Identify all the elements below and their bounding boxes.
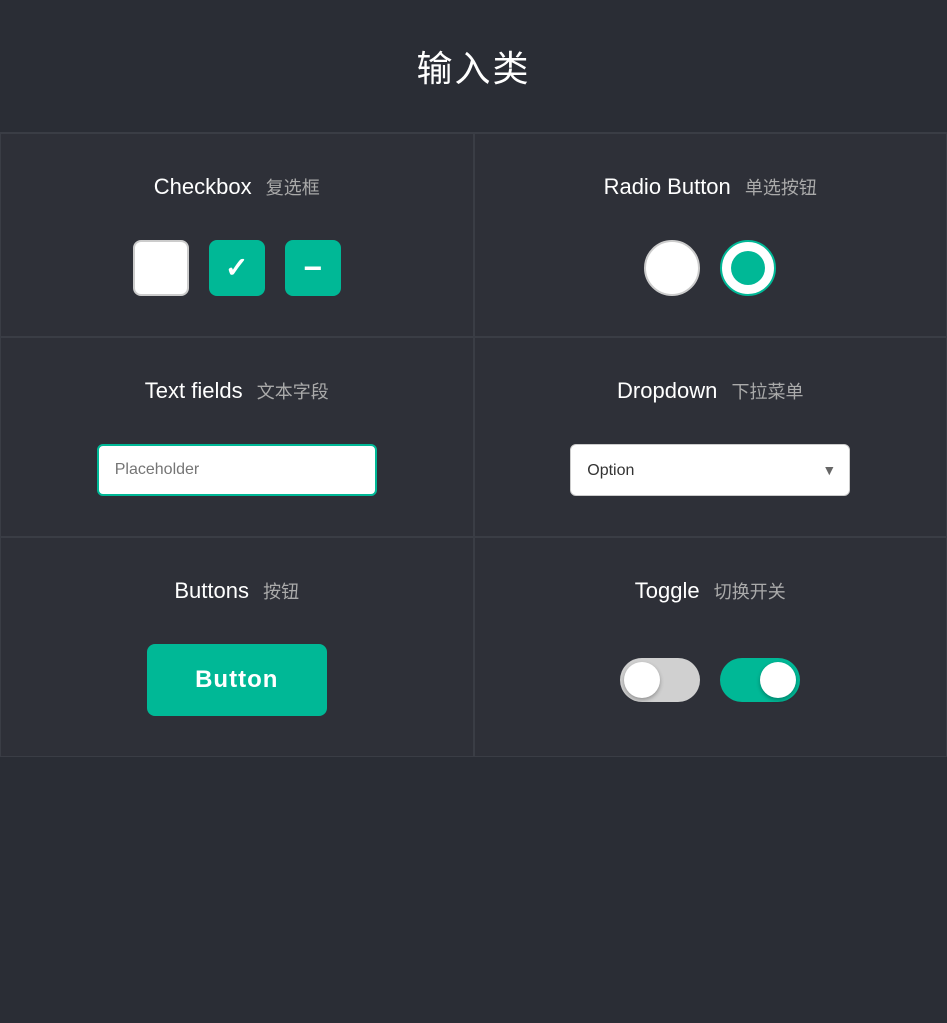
checkbox-title-en: Checkbox — [154, 174, 252, 199]
textfield-cell: Text fields 文本字段 — [0, 337, 474, 537]
dropdown-title: Dropdown 下拉菜单 — [617, 378, 803, 404]
textfield-title-zh: 文本字段 — [257, 382, 329, 402]
radio-checked[interactable] — [720, 240, 776, 296]
buttons-title-zh: 按钮 — [263, 582, 299, 602]
dropdown-content: Option ▼ — [570, 444, 850, 496]
radio-inner-dot — [731, 251, 765, 285]
checkbox-content: ✓ − — [133, 240, 341, 296]
toggle-off[interactable] — [620, 658, 700, 702]
radio-cell: Radio Button 单选按钮 — [474, 133, 947, 337]
radio-content — [644, 240, 776, 296]
toggle-title: Toggle 切换开关 — [635, 578, 786, 604]
dropdown-wrapper: Option ▼ — [570, 444, 850, 496]
checkbox-title-zh: 复选框 — [266, 178, 320, 198]
toggle-content — [620, 644, 800, 716]
radio-unchecked[interactable] — [644, 240, 700, 296]
checkbox-title: Checkbox 复选框 — [154, 174, 320, 200]
toggle-knob-off — [624, 662, 660, 698]
primary-button[interactable]: Button — [147, 644, 327, 716]
page-header: 输入类 — [0, 0, 947, 133]
textfield-title-en: Text fields — [145, 378, 243, 403]
dropdown-select[interactable]: Option — [570, 444, 850, 496]
checkmark-icon: ✓ — [225, 254, 248, 282]
checkbox-checked[interactable]: ✓ — [209, 240, 265, 296]
buttons-cell: Buttons 按钮 Button — [0, 537, 474, 757]
textfield-title: Text fields 文本字段 — [145, 378, 329, 404]
radio-title-zh: 单选按钮 — [745, 178, 817, 198]
toggle-cell: Toggle 切换开关 — [474, 537, 947, 757]
checkbox-indeterminate[interactable]: − — [285, 240, 341, 296]
radio-title: Radio Button 单选按钮 — [604, 174, 817, 200]
buttons-content: Button — [147, 644, 327, 716]
dropdown-title-en: Dropdown — [617, 378, 717, 403]
text-input[interactable] — [97, 444, 377, 496]
buttons-title-en: Buttons — [174, 578, 249, 603]
toggle-knob-on — [760, 662, 796, 698]
textfield-content — [97, 444, 377, 496]
page-title: 输入类 — [20, 40, 927, 92]
dropdown-cell: Dropdown 下拉菜单 Option ▼ — [474, 337, 947, 537]
toggle-title-zh: 切换开关 — [714, 582, 786, 602]
checkbox-empty[interactable] — [133, 240, 189, 296]
toggle-on[interactable] — [720, 658, 800, 702]
indeterminate-icon: − — [303, 252, 322, 284]
toggle-title-en: Toggle — [635, 578, 700, 603]
radio-title-en: Radio Button — [604, 174, 731, 199]
checkbox-cell: Checkbox 复选框 ✓ − — [0, 133, 474, 337]
dropdown-title-zh: 下拉菜单 — [731, 382, 803, 402]
buttons-title: Buttons 按钮 — [174, 578, 299, 604]
grid-container: Checkbox 复选框 ✓ − Radio Button 单选按钮 — [0, 133, 947, 757]
